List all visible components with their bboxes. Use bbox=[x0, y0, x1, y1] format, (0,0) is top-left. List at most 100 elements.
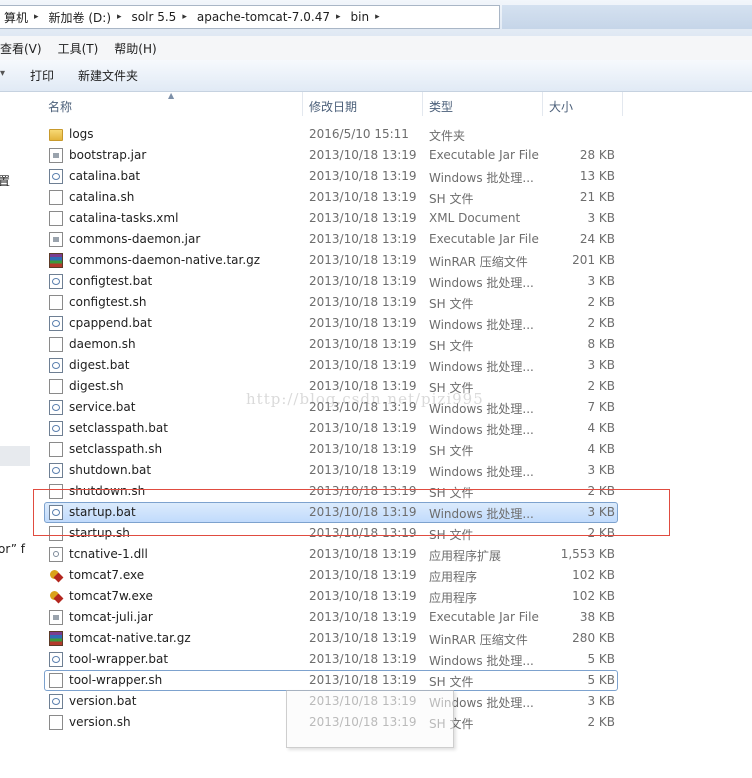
document-icon bbox=[49, 526, 63, 541]
file-type: SH 文件 bbox=[429, 717, 474, 731]
file-type: XML Document bbox=[429, 211, 521, 225]
breadcrumb-item[interactable]: 新加卷 (D:) bbox=[45, 9, 115, 26]
file-row[interactable]: version.sh 2013/10/18 13:19 SH 文件 2 KB bbox=[44, 712, 618, 733]
file-row[interactable]: catalina-tasks.xml 2013/10/18 13:19 XML Do… bbox=[44, 208, 618, 229]
file-row[interactable]: catalina.sh 2013/10/18 13:19 SH 文件 21 KB bbox=[44, 187, 618, 208]
file-row[interactable]: setclasspath.bat 2013/10/18 13:19 Windows … bbox=[44, 418, 618, 439]
file-row[interactable]: cpappend.bat 2013/10/18 13:19 Windows 批处理.… bbox=[44, 313, 618, 334]
file-type: Windows 批处理... bbox=[429, 276, 534, 290]
file-row[interactable]: tomcat-juli.jar 2013/10/18 13:19 Executabl… bbox=[44, 607, 618, 628]
file-row[interactable]: tool-wrapper.bat 2013/10/18 13:19 Windows … bbox=[44, 649, 618, 670]
file-size: 13 KB bbox=[579, 169, 615, 183]
document-icon bbox=[49, 337, 63, 352]
archive-icon bbox=[49, 631, 63, 646]
file-name: tcnative-1.dll bbox=[69, 547, 148, 561]
batch-file-icon bbox=[49, 358, 63, 373]
file-list[interactable]: ▲ 名称 修改日期 类型 大小 logs 2016/5/10 15:11 文件夹 bo… bbox=[30, 91, 752, 778]
batch-file-icon bbox=[49, 400, 63, 415]
navigation-pane[interactable]: 置 or” f bbox=[0, 92, 31, 778]
file-row[interactable]: digest.sh 2013/10/18 13:19 SH 文件 2 KB bbox=[44, 376, 618, 397]
toolbar-chevron-icon[interactable]: ▾ bbox=[0, 68, 5, 79]
menu-tools[interactable]: 工具(T) bbox=[50, 40, 107, 57]
file-row[interactable]: tool-wrapper.sh 2013/10/18 13:19 SH 文件 5 KB bbox=[44, 670, 618, 691]
file-size: 1,553 KB bbox=[560, 547, 615, 561]
breadcrumb-item[interactable]: apache-tomcat-7.0.47 bbox=[193, 10, 334, 24]
breadcrumb-chevron-icon[interactable]: ▸ bbox=[115, 12, 128, 22]
batch-file-icon bbox=[49, 694, 63, 709]
file-name: logs bbox=[69, 127, 94, 141]
file-type: WinRAR 压缩文件 bbox=[429, 633, 528, 647]
file-row[interactable]: shutdown.sh 2013/10/18 13:19 SH 文件 2 KB bbox=[44, 481, 618, 502]
file-row[interactable]: shutdown.bat 2013/10/18 13:19 Windows 批处理.… bbox=[44, 460, 618, 481]
breadcrumb-chevron-icon[interactable]: ▸ bbox=[180, 12, 193, 22]
file-size: 28 KB bbox=[579, 148, 615, 162]
file-type: Windows 批处理... bbox=[429, 654, 534, 668]
file-name: catalina.bat bbox=[69, 169, 141, 183]
file-date-modified: 2013/10/18 13:19 bbox=[309, 631, 417, 645]
file-name: version.bat bbox=[69, 694, 137, 708]
menu-view[interactable]: 查看(V) bbox=[0, 40, 50, 57]
menu-help[interactable]: 帮助(H) bbox=[106, 40, 164, 57]
batch-file-icon bbox=[49, 316, 63, 331]
file-type: Windows 批处理... bbox=[429, 696, 534, 710]
file-date-modified: 2013/10/18 13:19 bbox=[309, 211, 417, 225]
nav-item-fragment[interactable]: 置 bbox=[0, 172, 10, 189]
breadcrumb[interactable]: 算机 ▸ 新加卷 (D:) ▸ solr 5.5 ▸ apache-tomcat-7.0.4… bbox=[0, 5, 500, 29]
file-type: 应用程序 bbox=[429, 570, 478, 584]
nav-item-selected[interactable] bbox=[0, 446, 30, 466]
new-folder-button[interactable]: 新建文件夹 bbox=[78, 67, 138, 84]
file-row[interactable]: service.bat 2013/10/18 13:19 Windows 批处理..… bbox=[44, 397, 618, 418]
print-button[interactable]: 打印 bbox=[30, 67, 54, 84]
nav-item-fragment[interactable]: or” f bbox=[0, 542, 25, 556]
file-row[interactable]: commons-daemon.jar 2013/10/18 13:19 Execut… bbox=[44, 229, 618, 250]
document-icon bbox=[49, 715, 63, 730]
jar-file-icon bbox=[49, 148, 63, 163]
breadcrumb-chevron-icon[interactable]: ▸ bbox=[373, 12, 386, 22]
breadcrumb-chevron-icon[interactable]: ▸ bbox=[334, 12, 347, 22]
file-row[interactable]: startup.bat 2013/10/18 13:19 Windows 批处理..… bbox=[44, 502, 618, 523]
file-name: tool-wrapper.bat bbox=[69, 652, 169, 666]
file-row[interactable]: tomcat7w.exe 2013/10/18 13:19 应用程序 102 KB bbox=[44, 586, 618, 607]
file-row[interactable]: version.bat 2013/10/18 13:19 Windows 批处理..… bbox=[44, 691, 618, 712]
document-icon bbox=[49, 673, 63, 688]
file-row[interactable]: tomcat7.exe 2013/10/18 13:19 应用程序 102 KB bbox=[44, 565, 618, 586]
column-header-name[interactable]: 名称 bbox=[48, 98, 72, 115]
file-row[interactable]: startup.sh 2013/10/18 13:19 SH 文件 2 KB bbox=[44, 523, 618, 544]
file-row[interactable]: catalina.bat 2013/10/18 13:19 Windows 批处理.… bbox=[44, 166, 618, 187]
document-icon bbox=[49, 190, 63, 205]
file-row[interactable]: commons-daemon-native.tar.gz 2013/10/18 1… bbox=[44, 250, 618, 271]
file-name: shutdown.sh bbox=[69, 484, 146, 498]
file-row[interactable]: bootstrap.jar 2013/10/18 13:19 Executable … bbox=[44, 145, 618, 166]
file-size: 3 KB bbox=[587, 505, 615, 519]
file-row[interactable]: configtest.bat 2013/10/18 13:19 Windows 批处… bbox=[44, 271, 618, 292]
file-row[interactable]: logs 2016/5/10 15:11 文件夹 bbox=[44, 124, 618, 145]
file-row[interactable]: configtest.sh 2013/10/18 13:19 SH 文件 2 KB bbox=[44, 292, 618, 313]
file-date-modified: 2013/10/18 13:19 bbox=[309, 568, 417, 582]
file-size: 3 KB bbox=[587, 463, 615, 477]
breadcrumb-item[interactable]: bin bbox=[347, 10, 374, 24]
file-row[interactable]: digest.bat 2013/10/18 13:19 Windows 批处理...… bbox=[44, 355, 618, 376]
file-row[interactable]: setclasspath.sh 2013/10/18 13:19 SH 文件 4 KB bbox=[44, 439, 618, 460]
file-row[interactable]: tcnative-1.dll 2013/10/18 13:19 应用程序扩展 1,55… bbox=[44, 544, 618, 565]
file-name: digest.sh bbox=[69, 379, 124, 393]
sort-ascending-icon: ▲ bbox=[168, 91, 175, 100]
file-row[interactable]: tomcat-native.tar.gz 2013/10/18 13:19 WinR… bbox=[44, 628, 618, 649]
column-header-type[interactable]: 类型 bbox=[429, 98, 453, 115]
folder-icon bbox=[49, 129, 63, 141]
file-date-modified: 2013/10/18 13:19 bbox=[309, 400, 417, 414]
file-name: catalina.sh bbox=[69, 190, 135, 204]
file-name: version.sh bbox=[69, 715, 131, 729]
file-row[interactable]: daemon.sh 2013/10/18 13:19 SH 文件 8 KB bbox=[44, 334, 618, 355]
jar-file-icon bbox=[49, 610, 63, 625]
breadcrumb-item[interactable]: solr 5.5 bbox=[128, 10, 181, 24]
file-date-modified: 2013/10/18 13:19 bbox=[309, 190, 417, 204]
breadcrumb-chevron-icon[interactable]: ▸ bbox=[32, 12, 45, 22]
file-date-modified: 2013/10/18 13:19 bbox=[309, 505, 417, 519]
file-type: Executable Jar File bbox=[429, 610, 539, 624]
column-header-date[interactable]: 修改日期 bbox=[309, 98, 357, 115]
column-header-size[interactable]: 大小 bbox=[549, 98, 573, 115]
batch-file-icon bbox=[49, 421, 63, 436]
file-date-modified: 2013/10/18 13:19 bbox=[309, 526, 417, 540]
file-date-modified: 2013/10/18 13:19 bbox=[309, 295, 417, 309]
breadcrumb-item[interactable]: 算机 bbox=[0, 9, 32, 26]
